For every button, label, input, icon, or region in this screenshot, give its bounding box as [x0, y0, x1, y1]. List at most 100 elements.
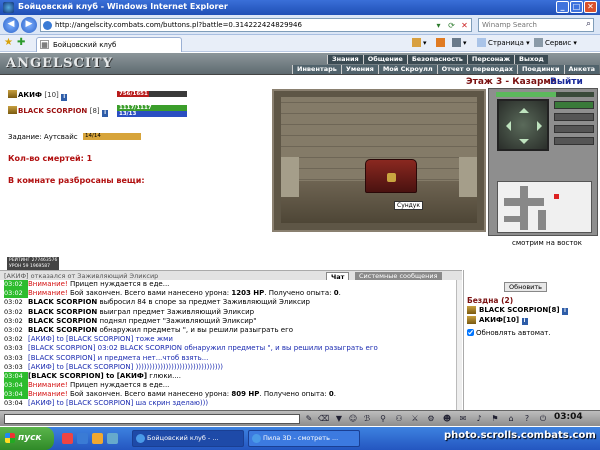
arrow-down-icon[interactable]	[519, 139, 529, 149]
home-icon[interactable]: ▾	[412, 38, 427, 47]
chat-timestamp[interactable]: 03:02	[4, 308, 28, 317]
chat-text[interactable]: [АКИФ] to [BLACK SCORPION] тоже жми	[28, 335, 173, 343]
taskbar-item-fight-club[interactable]: Бойцовский клуб - ...	[132, 430, 244, 447]
page-menu[interactable]: Страница ▾	[477, 38, 530, 47]
auto-refresh-checkbox[interactable]	[467, 329, 474, 336]
chat-timestamp[interactable]: 03:04	[4, 381, 28, 391]
compass-icon[interactable]	[497, 99, 549, 151]
search-icon[interactable]: ⌕	[586, 19, 591, 29]
chat-text[interactable]: BLACK SCORPION	[28, 317, 97, 325]
top-menu-item[interactable]: Безопасность	[406, 55, 467, 64]
chat-timestamp[interactable]: 03:02	[4, 335, 28, 344]
maximize-button[interactable]: □	[570, 1, 583, 13]
side-button-1[interactable]	[554, 101, 594, 109]
forward-button[interactable]: ▶	[21, 17, 37, 33]
chat-timestamp[interactable]: 03:02	[4, 289, 28, 299]
arrow-right-icon[interactable]	[537, 121, 547, 131]
go-dropdown-icon[interactable]: ▾	[433, 20, 444, 31]
exit-link[interactable]: Выйти	[550, 77, 583, 87]
chat-timestamp[interactable]: 03:03	[4, 363, 28, 372]
chat-timestamp[interactable]: 03:03	[4, 344, 28, 353]
chat-timestamp[interactable]: 03:04	[4, 399, 28, 408]
chat-timestamp[interactable]: 03:02	[4, 298, 28, 307]
chat-scrollbar[interactable]	[456, 280, 462, 410]
refresh-button[interactable]: Обновить	[504, 282, 547, 292]
chat-text[interactable]: [АКИФ] to [BLACK SCORPION] )))))))))))))…	[28, 363, 223, 371]
player-black-scorpion[interactable]: BLACK SCORPION [8] i	[8, 106, 109, 117]
side-button-2[interactable]	[554, 113, 594, 121]
feeds-icon[interactable]	[436, 38, 447, 47]
chat-text[interactable]: BLACK SCORPION	[28, 308, 97, 316]
top-menu-item[interactable]: Знания	[327, 55, 363, 64]
info-icon[interactable]: i	[562, 308, 568, 315]
mail-icon[interactable]: ✉	[458, 414, 468, 424]
chat-timestamp[interactable]: 03:03	[4, 354, 28, 363]
chat-text[interactable]: BLACK SCORPION	[28, 326, 97, 334]
folder-icon[interactable]	[92, 433, 103, 444]
add-favorites-icon[interactable]: ✚	[17, 37, 25, 48]
help-icon[interactable]: ?	[522, 414, 532, 424]
player-quick-icon[interactable]	[107, 433, 118, 444]
chat-timestamp[interactable]: 03:04	[4, 371, 28, 382]
chat-text[interactable]: 1203 HP	[231, 289, 264, 297]
auto-refresh-toggle[interactable]: Обновлять автомат.	[467, 329, 551, 337]
roster-member[interactable]: АКИФ[10] i	[467, 316, 528, 325]
chat-text[interactable]: [АКИФ] to [BLACK SCORPION] ша скрин здел…	[28, 399, 208, 407]
start-button[interactable]: пуск	[0, 427, 54, 450]
tools-menu[interactable]: Сервис ▾	[534, 38, 577, 47]
send-icon[interactable]: ✎	[304, 414, 314, 424]
top-menu-item[interactable]: Общение	[362, 55, 407, 64]
bottom-menu-item[interactable]: Поединки	[516, 65, 564, 74]
taskbar-item-pila[interactable]: Пила 3D - смотреть ...	[248, 430, 360, 447]
bottom-menu-item[interactable]: Умения	[340, 65, 378, 74]
chat-timestamp[interactable]: 03:04	[4, 390, 28, 400]
emoticon-icon[interactable]: ☻	[442, 414, 452, 424]
bottom-menu-item[interactable]: Анкета	[563, 65, 600, 74]
chest-object[interactable]	[365, 159, 417, 193]
chat-text[interactable]: [BLACK SCORPION] to [АКИФ]	[28, 372, 147, 380]
refresh-icon[interactable]: ⟳	[446, 20, 457, 31]
arrow-up-icon[interactable]	[519, 103, 529, 113]
map-icon[interactable]: ⌂	[506, 414, 516, 424]
info-icon[interactable]: i	[61, 94, 68, 101]
person-icon[interactable]: ⚲	[378, 414, 388, 424]
bottom-menu-item[interactable]: Мой Скроулл	[377, 65, 437, 74]
side-button-4[interactable]	[554, 137, 594, 145]
ie-quick-icon[interactable]	[77, 433, 88, 444]
people-icon[interactable]: ⚇	[394, 414, 404, 424]
close-button[interactable]: ✕	[584, 1, 597, 13]
chat-text[interactable]: [BLACK SCORPION] 03:02 BLACK SCORPION об…	[28, 344, 378, 352]
settings-icon[interactable]: ⚙	[426, 414, 436, 424]
back-button[interactable]: ◀	[3, 17, 19, 33]
minimize-button[interactable]: _	[556, 1, 569, 13]
url-field[interactable]: http://angelscity.combats.com/buttons.pl…	[40, 18, 472, 32]
stop-icon[interactable]: ✕	[459, 20, 470, 31]
roster-member[interactable]: BLACK SCORPION[8] i	[467, 306, 568, 315]
clear-icon[interactable]: ⌫	[318, 414, 329, 424]
chat-text[interactable]: [BLACK SCORPION] и предмета нет...чтоб в…	[28, 354, 208, 362]
opera-icon[interactable]	[62, 433, 73, 444]
translit-icon[interactable]: ℬ	[362, 414, 372, 424]
smiles-icon[interactable]: ☺	[348, 414, 358, 424]
filter-icon[interactable]: ▼	[334, 414, 344, 424]
chat-timestamp[interactable]: 03:02	[4, 280, 28, 290]
top-menu-item[interactable]: Персонаж	[466, 55, 515, 64]
sound-icon[interactable]: ♪	[474, 414, 484, 424]
print-icon[interactable]: ▾	[452, 38, 467, 47]
exit-icon[interactable]: ⏻	[538, 414, 548, 424]
fight-icon[interactable]: ⚔	[410, 414, 420, 424]
bottom-menu-item[interactable]: Отчет о переводах	[436, 65, 517, 74]
favorites-star-icon[interactable]: ★	[4, 37, 13, 48]
tab-fight-club[interactable]: ▦ Бойцовский клуб	[36, 37, 182, 52]
chat-text[interactable]: 809 HP	[231, 390, 259, 398]
chat-text[interactable]: BLACK SCORPION	[28, 298, 97, 306]
chat-timestamp[interactable]: 03:02	[4, 317, 28, 326]
top-menu-item[interactable]: Выход	[514, 55, 548, 64]
side-button-3[interactable]	[554, 125, 594, 133]
search-input[interactable]	[479, 19, 577, 31]
player-akif[interactable]: АКИФ [10] i	[8, 90, 68, 101]
info-icon[interactable]: i	[102, 110, 109, 117]
bottom-menu-item[interactable]: Инвентарь	[292, 65, 341, 74]
arrow-left-icon[interactable]	[501, 121, 511, 131]
chat-timestamp[interactable]: 03:02	[4, 326, 28, 335]
